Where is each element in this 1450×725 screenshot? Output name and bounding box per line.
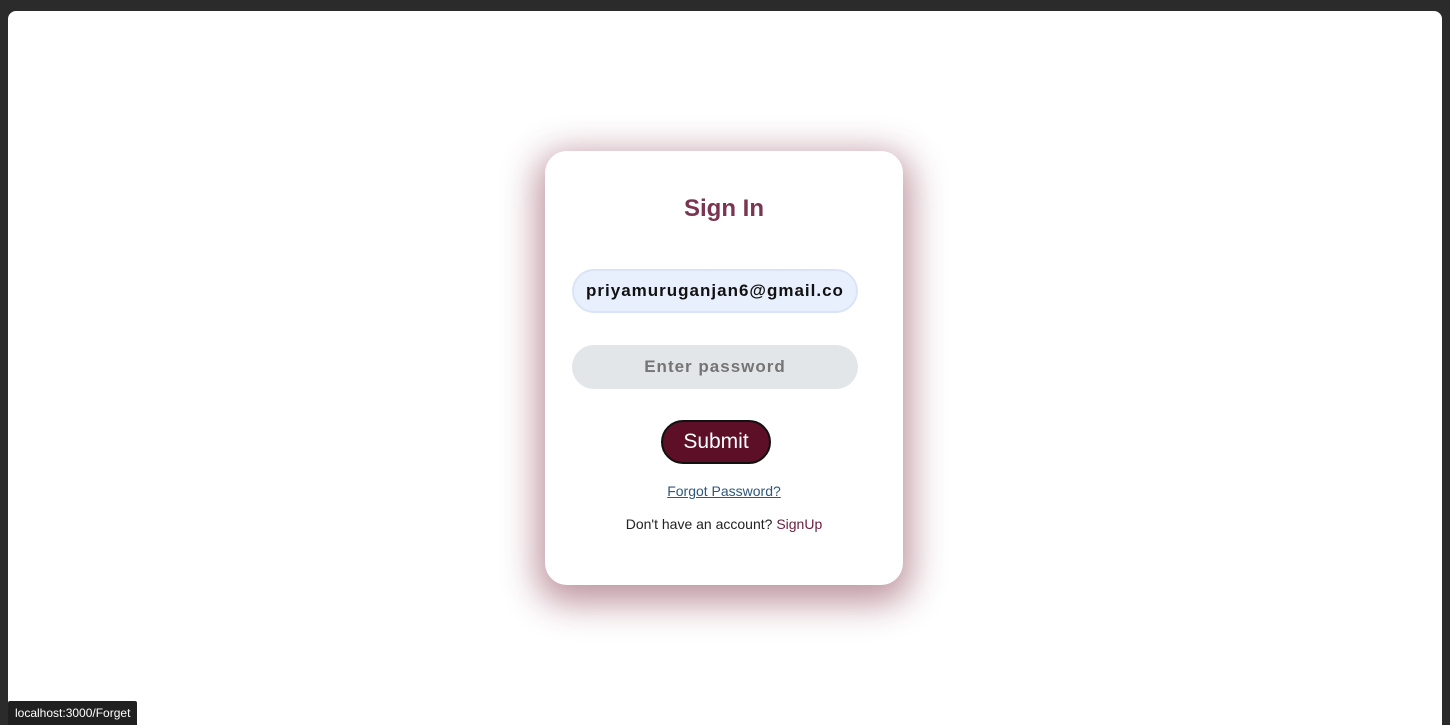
signup-prompt: Don't have an account?	[625, 516, 777, 532]
browser-viewport: Sign In priyamuruganjan6@gmail.co Submit…	[8, 11, 1442, 725]
sign-in-card: Sign In priyamuruganjan6@gmail.co Submit…	[545, 151, 903, 585]
signup-row: Don't have an account? SignUp	[545, 516, 903, 532]
submit-button[interactable]: Submit	[661, 420, 771, 464]
email-field[interactable]: priyamuruganjan6@gmail.co	[572, 269, 858, 313]
password-field[interactable]	[572, 345, 858, 389]
signup-link[interactable]: SignUp	[776, 516, 822, 532]
status-bar-url: localhost:3000/Forget	[8, 701, 138, 725]
page-title: Sign In	[684, 195, 764, 222]
forgot-password-link[interactable]: Forgot Password?	[545, 483, 903, 499]
